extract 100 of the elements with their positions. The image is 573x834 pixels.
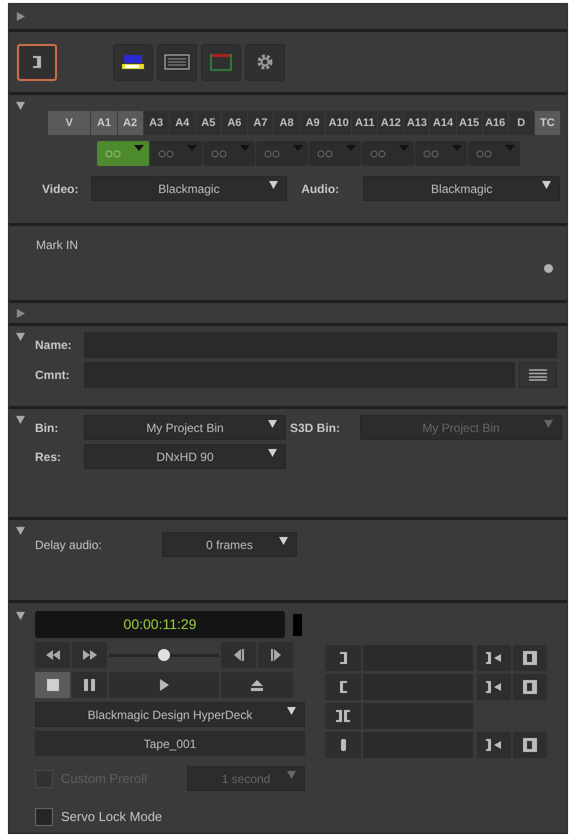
track-button[interactable]: A14 [430,111,456,135]
monitor-dropdown[interactable] [97,141,149,166]
go-to-mark-button[interactable] [477,674,511,700]
dropdown[interactable]: DNxHD 90 [84,444,286,469]
track-button[interactable]: A6 [222,111,247,135]
collapse-triangle-icon[interactable] [16,611,25,620]
track-button[interactable]: A3 [144,111,169,135]
track-button[interactable]: A10 [326,111,352,135]
settings-icon [256,53,274,71]
go-to-mark-icon [486,739,502,751]
go-to-mark-button[interactable] [477,732,511,758]
field-label: Cmnt: [35,367,71,384]
expand-triangle-icon[interactable] [16,12,25,21]
checkbox[interactable] [35,808,53,826]
caret-icon [346,145,356,151]
clear-mark-icon [523,738,537,752]
track-button[interactable]: A7 [248,111,273,135]
track-button[interactable]: A11 [352,111,378,135]
caret-icon [287,771,296,779]
frame-icon [210,53,232,71]
go-to-mark-button[interactable] [477,645,511,671]
tape-field[interactable]: Tape_001 [35,731,305,756]
dropdown[interactable]: My Project Bin [84,415,286,440]
level-indicator [293,614,302,636]
eject-button[interactable] [221,672,293,698]
track-button[interactable]: A9 [300,111,326,135]
duration-icon [336,710,350,722]
mark-button[interactable] [325,645,361,671]
mark-button[interactable] [325,674,361,700]
expand-triangle-icon[interactable] [16,308,25,318]
card-icon [164,54,190,70]
caret-icon [268,449,277,457]
clear-mark-button[interactable] [513,645,547,671]
field-label: Name: [35,337,73,354]
track-button[interactable]: A8 [274,111,300,135]
eject-icon [251,680,263,690]
track-button[interactable]: V [48,111,90,135]
fast-forward-icon [82,650,96,660]
toolbar-button[interactable] [113,44,153,80]
dropdown[interactable]: Blackmagic [363,176,560,201]
color-bars-icon [122,54,144,70]
menu-button[interactable] [519,362,557,388]
field-label: Bin: [35,420,60,436]
toolbar-button[interactable] [157,44,197,80]
mark-label: Mark IN [36,237,79,254]
fast-forward-button[interactable] [72,642,107,668]
collapse-triangle-icon[interactable] [16,415,25,424]
clear-mark-icon [523,651,537,665]
track-button[interactable]: A15 [456,111,482,135]
slider-thumb[interactable] [158,649,170,661]
track-button[interactable]: A5 [196,111,221,135]
track-button[interactable]: TC [534,111,560,135]
collapse-triangle-icon[interactable] [16,101,25,110]
field-label: S3D Bin: [290,420,342,436]
stop-button[interactable] [35,672,70,698]
field-label: Audio: [301,180,340,198]
track-button[interactable]: A1 [91,111,117,135]
dropdown[interactable]: Blackmagic [90,176,288,201]
stop-icon [46,679,58,691]
track-button[interactable]: D [508,111,534,135]
track-button[interactable]: A16 [482,111,508,135]
caret-icon [134,145,144,151]
field-label: Delay audio: [35,536,103,554]
clear-mark-icon [523,680,537,694]
mark-out-icon [340,652,346,664]
step-back-icon [234,649,244,661]
mark-in-icon [340,681,346,693]
menu-icon [529,369,547,381]
rewind-icon [46,650,60,660]
step-forward-button[interactable] [258,642,293,668]
caret-icon [279,537,288,545]
position-icon [340,739,346,751]
step-back-button[interactable] [221,642,256,668]
collapse-triangle-icon[interactable] [16,332,25,341]
track-button[interactable]: A12 [378,111,404,135]
dropdown[interactable]: 0 frames [162,532,297,557]
mark-button[interactable] [325,732,361,758]
toolbar-button[interactable] [17,44,57,80]
pause-icon [84,679,96,691]
caret-icon [293,145,303,151]
track-button[interactable]: A13 [404,111,430,135]
collapse-triangle-icon[interactable] [16,526,25,535]
caret-icon [544,420,553,428]
caret-icon [399,145,409,151]
clear-mark-button[interactable] [513,732,547,758]
caret-icon [240,145,250,151]
checkbox-label: Servo Lock Mode [61,808,162,826]
mark-button[interactable] [325,703,361,729]
timecode-display: 00:00:11:29 [35,611,285,638]
device-dropdown[interactable]: Blackmagic Design HyperDeck [35,702,305,727]
go-to-mark-icon [486,652,502,664]
track-button[interactable]: A4 [170,111,195,135]
bracket-icon [33,56,41,68]
track-button[interactable]: A2 [118,111,143,135]
clear-mark-button[interactable] [513,674,547,700]
caret-icon [542,181,551,189]
field-label: Video: [42,180,80,198]
caret-icon [505,145,515,151]
pause-button[interactable] [72,672,107,698]
rewind-button[interactable] [35,642,70,668]
